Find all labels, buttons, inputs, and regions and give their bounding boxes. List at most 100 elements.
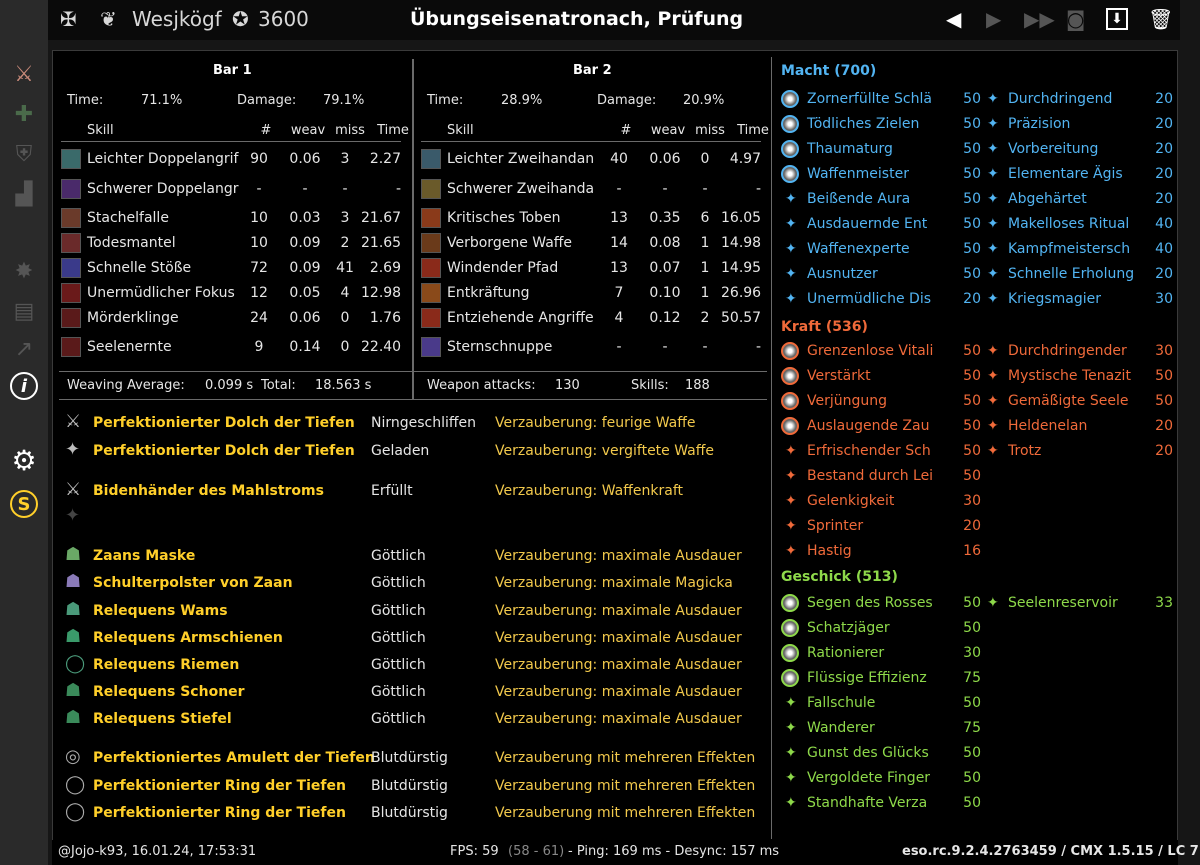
- cp-star-name[interactable]: Gemäßigte Seele: [1008, 391, 1128, 411]
- cp-star-name[interactable]: Elementare Ägis: [1008, 164, 1123, 184]
- cp-star-name[interactable]: Standhafte Verza: [807, 793, 927, 813]
- cp-star-icon: ✦: [785, 518, 797, 534]
- cp-star-icon: ✦: [987, 216, 999, 232]
- skill-stat: 0.06: [289, 151, 321, 167]
- cp-star-name[interactable]: Vorbereitung: [1008, 139, 1098, 159]
- cp-star-name[interactable]: Ausnutzer: [807, 264, 878, 284]
- cp-star-name[interactable]: Waffenmeister: [807, 164, 909, 184]
- cp-star-name[interactable]: Flüssige Effizienz: [807, 668, 927, 688]
- cp-star-name[interactable]: Unermüdliche Dis: [807, 289, 931, 309]
- skill-name: Entziehende Angriffe: [447, 310, 594, 326]
- cp-star-name[interactable]: Segen des Rosses: [807, 593, 933, 613]
- cp-star-name[interactable]: Trotz: [1008, 441, 1041, 461]
- skill-stat: -: [702, 181, 708, 197]
- buff-icon[interactable]: ▟: [8, 178, 40, 210]
- fps-range: (58 - 61): [508, 844, 565, 859]
- log-icon[interactable]: ▤: [8, 295, 40, 327]
- cp-star-value: 20: [1155, 266, 1173, 282]
- cp-star-name[interactable]: Abgehärtet: [1008, 189, 1087, 209]
- cp-star-name[interactable]: Hastig: [807, 541, 852, 561]
- shield-icon[interactable]: ⛨: [8, 138, 40, 170]
- skill-icon: [61, 179, 81, 199]
- skill-icon: [421, 208, 441, 228]
- skill-stat: 22.40: [361, 339, 402, 355]
- cp-star-name[interactable]: Kriegsmagier: [1008, 289, 1101, 309]
- cp-star-name[interactable]: Fallschule: [807, 693, 875, 713]
- cp-star-name[interactable]: Grenzenlose Vitali: [807, 341, 933, 361]
- bar-title: Bar 2: [573, 63, 612, 78]
- cp-star-icon: ✦: [785, 795, 797, 811]
- skill-name: Todesmantel: [87, 235, 176, 251]
- cp-star-icon: ✦: [987, 141, 999, 157]
- graph-icon[interactable]: ↗: [8, 333, 40, 365]
- cp-star-name[interactable]: Zornerfüllte Schlä: [807, 89, 932, 109]
- cp-star-name[interactable]: Ausdauernde Ent: [807, 214, 927, 234]
- report-panel: Bar 1 Time: 71.1% Damage: 79.1% Skill # weav mis…: [52, 50, 1178, 844]
- gear-trait: Göttlich: [371, 684, 426, 700]
- cp-star-name[interactable]: Präzision: [1008, 114, 1070, 134]
- gear-enchant: Verzauberung: maximale Ausdauer: [495, 603, 742, 619]
- last-fight-icon[interactable]: ▶▶: [1024, 6, 1055, 32]
- skill-stat: -: [256, 181, 262, 197]
- gear-name: Perfektionierter Ring der Tiefen: [93, 805, 346, 821]
- skill-stat: 13: [610, 210, 628, 226]
- cp-star-name[interactable]: Heldenelan: [1008, 416, 1087, 436]
- resource-icon[interactable]: ✸: [8, 255, 40, 287]
- screenshot-icon[interactable]: ◙: [1066, 6, 1085, 32]
- delete-fight-icon[interactable]: 🗑: [1148, 6, 1173, 32]
- info-icon[interactable]: i: [10, 372, 38, 400]
- cp-star-name[interactable]: Erfrischender Sch: [807, 441, 931, 461]
- cp-star-name[interactable]: Vergoldete Finger: [807, 768, 930, 788]
- cp-star-name[interactable]: Bestand durch Lei: [807, 466, 933, 486]
- cp-star-name[interactable]: Verjüngung: [807, 391, 887, 411]
- cp-star-name[interactable]: Durchdringender: [1008, 341, 1127, 361]
- cp-star-value: 50: [963, 595, 981, 611]
- gear-trait: Erfüllt: [371, 483, 413, 499]
- cp-star-name[interactable]: Wanderer: [807, 718, 875, 738]
- skill-stat: 16.05: [721, 210, 762, 226]
- cp-star-value: 30: [1155, 291, 1173, 307]
- previous-fight-icon[interactable]: ◀: [946, 6, 961, 32]
- skill-icon: [61, 258, 81, 278]
- currency-s-icon[interactable]: S: [10, 490, 38, 518]
- cp-star-name[interactable]: Seelenreservoir: [1008, 593, 1118, 613]
- cp-star-name[interactable]: Makelloses Ritual: [1008, 214, 1129, 234]
- fight-report-icon[interactable]: ⚔: [8, 58, 40, 90]
- cp-star-name[interactable]: Sprinter: [807, 516, 863, 536]
- cp-star-name[interactable]: Verstärkt: [807, 366, 871, 386]
- cp-star-name[interactable]: Waffenexperte: [807, 239, 910, 259]
- gear-name: Zaans Maske: [93, 548, 196, 564]
- left-toolbar: ⚔ ✚ ⛨ ▟ ✸ ▤ ↗ i ⚙ S: [0, 0, 48, 865]
- gear-enchant: Verzauberung: maximale Ausdauer: [495, 684, 742, 700]
- save-fight-icon[interactable]: ⬇: [1106, 8, 1128, 30]
- gear-name: Schulterpolster von Zaan: [93, 575, 293, 591]
- cp-star-name[interactable]: Auslaugende Zau: [807, 416, 929, 436]
- cp-star-name[interactable]: Gelenkigkeit: [807, 491, 894, 511]
- cp-star-icon: ✦: [785, 745, 797, 761]
- gear-trait: Blutdürstig: [371, 778, 448, 794]
- skill-icon: [421, 337, 441, 357]
- skill-icon: [421, 179, 441, 199]
- cp-star-name[interactable]: Schatzjäger: [807, 618, 890, 638]
- heal-icon[interactable]: ✚: [8, 98, 40, 130]
- cp-star-name[interactable]: Gunst des Glücks: [807, 743, 929, 763]
- cp-star-name[interactable]: Thaumaturg: [807, 139, 893, 159]
- skill-stat: -: [616, 339, 622, 355]
- cp-star-name[interactable]: Kampfmeistersch: [1008, 239, 1130, 259]
- cp-star-name[interactable]: Schnelle Erholung: [1008, 264, 1134, 284]
- cp-star-icon: ✦: [785, 216, 797, 232]
- skill-stat: 14: [610, 235, 628, 251]
- cp-star-value: 50: [963, 216, 981, 232]
- cp-star-icon: ✦: [987, 166, 999, 182]
- cp-star-value: 50: [963, 141, 981, 157]
- footer-label-b: Skills:: [631, 378, 669, 393]
- settings-gear-icon[interactable]: ⚙: [8, 444, 40, 477]
- version-info: eso.rc.9.2.4.2763459 / CMX 1.5.15 / LC 7…: [902, 844, 1200, 859]
- skill-stat: -: [395, 181, 401, 197]
- cp-star-name[interactable]: Beißende Aura: [807, 189, 910, 209]
- cp-star-name[interactable]: Mystische Tenazit: [1008, 366, 1131, 386]
- next-fight-icon[interactable]: ▶: [986, 6, 1001, 32]
- cp-star-name[interactable]: Durchdringend: [1008, 89, 1112, 109]
- cp-star-name[interactable]: Tödliches Zielen: [807, 114, 919, 134]
- cp-star-name[interactable]: Rationierer: [807, 643, 884, 663]
